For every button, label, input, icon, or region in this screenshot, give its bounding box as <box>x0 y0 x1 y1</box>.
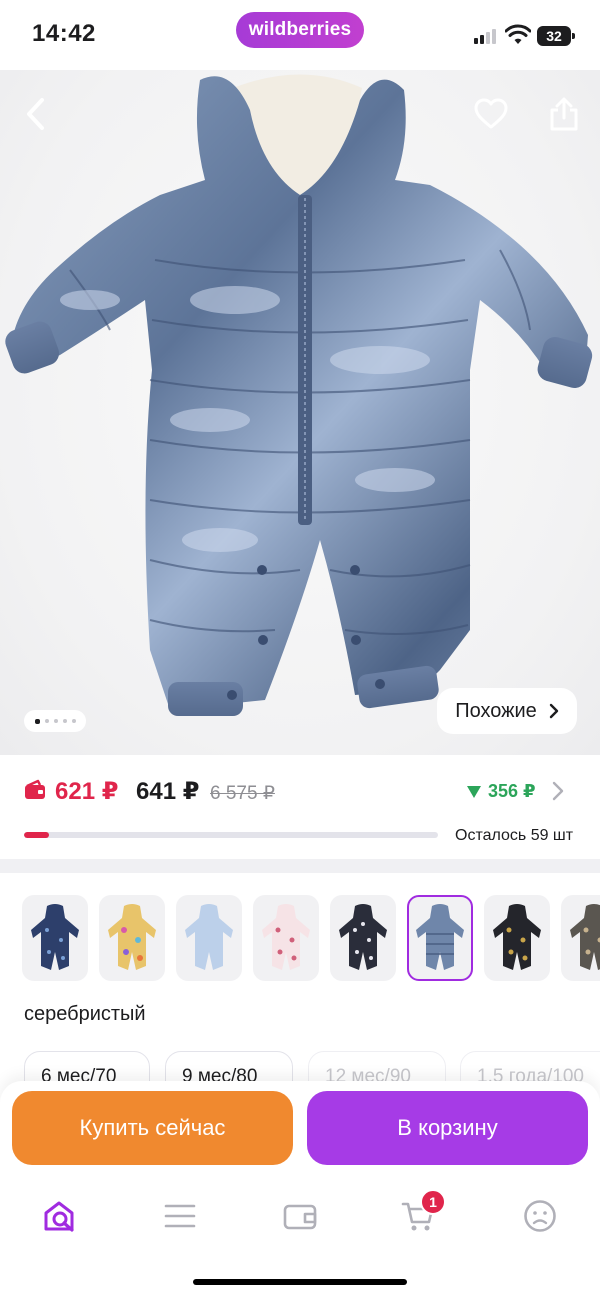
saving-value: 356 ₽ <box>488 781 536 801</box>
brand-logo[interactable]: wildberries <box>236 12 364 48</box>
thumb-image <box>339 904 387 970</box>
product-gallery[interactable]: Похожие <box>0 70 600 755</box>
tab-wallet[interactable] <box>280 1196 320 1236</box>
heart-icon <box>474 98 508 129</box>
home-indicator <box>193 1279 407 1285</box>
similar-button[interactable]: Похожие <box>437 688 577 734</box>
add-to-cart-button[interactable]: В корзину <box>307 1091 588 1165</box>
stock-progress-fill <box>24 832 49 838</box>
gallery-pagination <box>24 710 86 732</box>
old-price: 6 575 ₽ <box>210 783 275 804</box>
color-thumb[interactable] <box>176 895 242 981</box>
wifi-icon <box>505 24 531 44</box>
chevron-right-icon[interactable] <box>552 781 564 801</box>
status-bar: 14:42 wildberries 32 <box>0 0 600 70</box>
stock-progress-bar <box>24 832 438 838</box>
wallet-icon <box>283 1204 317 1230</box>
buy-now-button[interactable]: Купить сейчас <box>12 1091 293 1165</box>
status-time: 14:42 <box>32 20 96 47</box>
color-thumbnails[interactable] <box>22 895 600 983</box>
home-icon <box>44 1201 74 1232</box>
color-thumb-selected[interactable] <box>407 895 473 981</box>
selected-color-name: серебристый <box>24 1003 146 1025</box>
thumb-image <box>493 904 541 970</box>
saving-amount[interactable]: 356 ₽ <box>466 781 536 802</box>
thumb-image <box>262 904 310 970</box>
menu-icon <box>164 1204 196 1228</box>
thumb-image <box>108 904 156 970</box>
cart-badge: 1 <box>420 1189 446 1215</box>
triangle-down-icon <box>467 785 481 798</box>
chevron-left-icon <box>27 98 44 130</box>
current-price: 641 ₽ <box>136 778 200 805</box>
product-image <box>5 74 593 716</box>
section-divider <box>0 859 600 873</box>
purchase-actions: Купить сейчас В корзину <box>0 1081 600 1176</box>
thumb-image <box>31 904 79 970</box>
color-thumb[interactable] <box>22 895 88 981</box>
wallet-icon <box>25 779 45 799</box>
chevron-right-icon <box>549 703 559 719</box>
wallet-price: 621 ₽ <box>55 778 119 805</box>
color-thumb[interactable] <box>484 895 550 981</box>
battery-indicator: 32 <box>537 26 575 46</box>
color-thumb[interactable] <box>253 895 319 981</box>
tab-catalog[interactable] <box>160 1196 200 1236</box>
color-thumb[interactable] <box>330 895 396 981</box>
color-thumb[interactable] <box>99 895 165 981</box>
tab-bar: 1 <box>0 1176 600 1297</box>
signal-icon <box>474 28 500 44</box>
profile-icon <box>524 1200 556 1232</box>
price-card: 621 ₽ 641 ₽ 6 575 ₽ 356 ₽ Осталось 59 шт <box>0 755 600 859</box>
thumb-image <box>185 904 233 970</box>
thumb-image <box>416 904 464 970</box>
back-button[interactable] <box>14 92 58 136</box>
stock-text: Осталось 59 шт <box>455 827 574 844</box>
share-icon <box>550 97 578 131</box>
similar-label: Похожие <box>455 699 537 722</box>
color-thumb[interactable] <box>561 895 600 981</box>
share-button[interactable] <box>542 92 586 136</box>
favorite-button[interactable] <box>469 92 513 136</box>
tab-home[interactable] <box>40 1196 80 1236</box>
tab-profile[interactable] <box>520 1196 560 1236</box>
thumb-image <box>570 904 600 970</box>
